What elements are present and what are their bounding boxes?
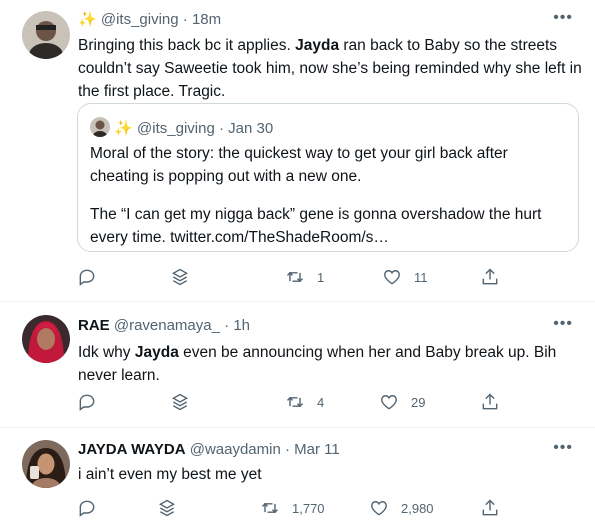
timestamp[interactable]: Mar 11 [294,441,340,458]
reply-button[interactable] [77,391,97,413]
separator-dot: · [224,317,230,334]
tweet-2[interactable]: RAE @ravenamaya_ · 1h ••• Idk why Jayda … [0,302,595,426]
timestamp[interactable]: 18m [192,11,221,28]
stack-icon [171,268,189,286]
share-icon [482,268,498,285]
retweet-icon [286,271,304,283]
retweet-count: 1 [317,269,325,285]
reply-button[interactable] [77,266,97,288]
reply-icon [79,394,95,411]
text-part: Bringing this back bc it applies. [78,37,296,54]
sparkle-emoji: ✨ [78,11,97,28]
display-name[interactable]: JAYDA WAYDA [78,441,186,458]
separator-dot: · [218,120,224,137]
reply-button[interactable] [77,497,97,519]
avatar[interactable] [22,11,70,59]
share-button[interactable] [480,497,500,519]
user-handle[interactable]: @its_giving [101,11,179,28]
quote-header: ✨ @its_giving · Jan 30 [90,117,273,139]
quote-avatar [90,117,110,137]
quote-handle: @its_giving [137,120,215,137]
tweet-actions: 4 29 [77,391,507,415]
like-count: 29 [411,394,426,410]
user-handle[interactable]: @ravenamaya_ [114,317,220,334]
tweet-actions: 1 11 [77,266,507,290]
retweet-count: 4 [317,394,325,410]
tweet-header: RAE @ravenamaya_ · 1h [78,316,250,336]
user-handle[interactable]: @waaydamin [190,441,281,458]
like-button[interactable]: 29 [379,391,425,413]
retweet-icon [261,502,279,514]
tweet-text: i ain’t even my best me yet [78,466,262,483]
like-count: 11 [414,269,428,285]
heart-icon [381,395,397,410]
sparkle-emoji: ✨ [114,120,133,137]
stack-button[interactable] [170,266,190,288]
tweet-header: ✨ @its_giving · 18m [78,10,221,30]
tweet-1[interactable]: ✨ @its_giving · 18m ••• Bringing this ba… [0,0,595,300]
highlighted-term: Jayda [295,37,340,54]
quoted-tweet[interactable]: ✨ @its_giving · Jan 30 Moral of the stor… [77,103,579,252]
quote-paragraph-1: Moral of the story: the quickest way to … [90,145,508,185]
stack-button[interactable] [157,497,177,519]
share-button[interactable] [480,391,500,413]
more-options-icon[interactable]: ••• [553,314,573,334]
reply-icon [79,269,95,286]
retweet-icon [286,396,304,408]
highlighted-term: Jayda [134,344,179,361]
tweet-3[interactable]: JAYDA WAYDA @waaydamin · Mar 11 ••• i ai… [0,428,595,530]
stack-button[interactable] [170,391,190,413]
separator-dot: · [285,441,290,458]
display-name[interactable]: RAE [78,317,110,334]
share-icon [482,393,498,410]
tweet-header: JAYDA WAYDA @waaydamin · Mar 11 [78,440,340,460]
tweet-actions: 1,770 2,980 [77,497,507,521]
retweet-count: 1,770 [292,500,325,516]
avatar[interactable] [22,315,70,363]
tweet-text: Idk why Jayda even be announcing when he… [78,341,578,387]
stack-icon [158,499,176,517]
timestamp[interactable]: 1h [233,317,250,334]
stack-icon [171,393,189,411]
quote-paragraph-2: The “I can get my nigga back” gene is go… [90,206,542,246]
reply-icon [79,500,95,517]
like-button[interactable]: 11 [382,266,428,288]
retweet-button[interactable]: 1 [285,266,324,288]
heart-icon [384,270,400,285]
heart-icon [371,501,387,516]
more-options-icon[interactable]: ••• [553,8,573,28]
retweet-button[interactable]: 4 [285,391,324,413]
share-icon [482,499,498,516]
retweet-button[interactable]: 1,770 [260,497,325,519]
like-button[interactable]: 2,980 [369,497,434,519]
avatar[interactable] [22,440,70,488]
separator-dot: · [182,11,188,28]
quote-timestamp: Jan 30 [228,120,274,137]
tweet-text: Bringing this back bc it applies. Jayda … [78,34,583,103]
share-button[interactable] [480,266,500,288]
like-count: 2,980 [401,500,434,516]
more-options-icon[interactable]: ••• [553,438,573,458]
text-part: Idk why [78,344,135,361]
quote-text: Moral of the story: the quickest way to … [90,142,570,249]
